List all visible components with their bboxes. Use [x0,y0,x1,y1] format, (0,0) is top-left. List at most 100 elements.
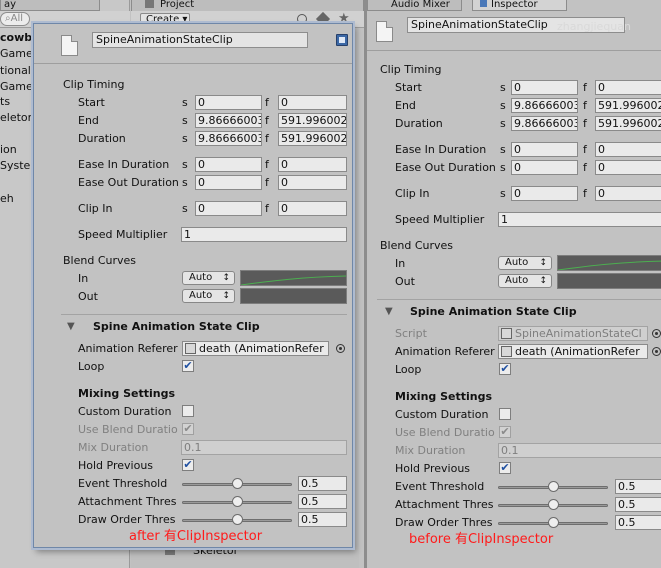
hold-previous-checkbox[interactable]: ✔ [182,459,194,471]
ease-in-frames-field[interactable]: 0 [595,142,661,157]
audio-mixer-tab[interactable]: Audio Mixer [367,0,462,11]
inspector-panel-before: SpineAnimationStateClip zhangjiequan Cli… [367,11,661,568]
draw-order-threshold-slider-thumb[interactable] [232,514,243,525]
ease-out-seconds-field[interactable]: 0 [511,160,578,175]
clip-timing-header: Clip Timing [380,63,442,76]
frames-label: f [583,117,587,130]
help-book-icon[interactable] [336,34,348,46]
before-caption: before 有ClipInspector [409,532,554,547]
seconds-label: s [182,114,188,127]
script-field: SpineAnimationStateCl [498,326,648,341]
blend-in-curve-field[interactable] [240,270,347,286]
ease-out-seconds-field[interactable]: 0 [195,175,262,190]
loop-checkbox[interactable]: ✔ [499,363,511,375]
draw-order-threshold-slider-thumb[interactable] [548,517,559,528]
end-frames-field[interactable]: 591.996002 [595,98,661,113]
end-seconds-field[interactable]: 9.86666003 [511,98,578,113]
clip-in-frames-field[interactable]: 0 [595,186,661,201]
clip-in-label: Clip In [78,202,113,215]
ease-out-frames-field[interactable]: 0 [278,175,347,190]
use-blend-duration-label: Use Blend Duratio [78,423,178,436]
asset-name-field[interactable]: SpineAnimationStateClip [92,32,308,48]
speed-multiplier-label: Speed Multiplier [395,213,485,226]
hold-previous-checkbox[interactable]: ✔ [499,462,511,474]
frames-label: f [265,176,269,189]
clip-in-seconds-field[interactable]: 0 [195,201,262,216]
speed-multiplier-field[interactable]: 1 [498,212,661,227]
start-seconds-field[interactable]: 0 [195,95,262,110]
duration-frames-field[interactable]: 591.996002 [278,131,347,146]
object-picker-icon[interactable] [652,329,661,338]
end-frames-field[interactable]: 591.996002 [278,113,347,128]
event-threshold-field[interactable]: 0.5 [298,476,347,491]
frames-label: f [265,132,269,145]
foldout-arrow-icon[interactable]: ▼ [67,321,75,333]
blend-out-curve-field[interactable] [240,288,347,304]
end-label: End [395,99,416,112]
blend-in-curve [558,260,661,270]
attachment-threshold-field[interactable]: 0.5 [298,494,347,509]
frames-label: f [583,99,587,112]
event-threshold-field[interactable]: 0.5 [615,479,661,494]
use-blend-duration-checkbox: ✔ [182,422,194,435]
loop-label: Loop [78,360,105,373]
start-frames-field[interactable]: 0 [595,80,661,95]
hierarchy-tab[interactable]: ay [0,0,100,11]
attachment-threshold-field[interactable]: 0.5 [615,497,661,512]
event-threshold-slider-thumb[interactable] [232,478,243,489]
foldout-arrow-icon[interactable]: ▼ [385,306,393,318]
blend-curves-header: Blend Curves [63,254,137,267]
duration-seconds-field[interactable]: 9.86666003 [195,131,262,146]
seconds-label: s [500,161,506,174]
speed-multiplier-field[interactable]: 1 [181,227,347,242]
animation-asset-icon [185,343,196,354]
animation-reference-field[interactable]: death (AnimationRefer [498,344,648,359]
draw-order-threshold-field[interactable]: 0.5 [615,515,661,530]
blend-in-curve-field[interactable] [557,255,661,271]
hierarchy-search-input[interactable]: ⌕All [0,12,30,26]
clip-in-seconds-field[interactable]: 0 [511,186,578,201]
duration-frames-field[interactable]: 591.996002 [595,116,661,131]
blend-out-curve-field[interactable] [557,273,661,289]
frames-label: f [583,81,587,94]
hold-previous-label: Hold Previous [78,459,154,472]
mix-duration-label: Mix Duration [78,441,149,454]
blend-in-mode-dropdown[interactable]: Auto [498,256,552,270]
ease-in-seconds-field[interactable]: 0 [511,142,578,157]
hierarchy-item[interactable]: ts [0,96,10,108]
animation-reference-field[interactable]: death (AnimationRefer [182,341,329,356]
start-label: Start [78,96,105,109]
speed-multiplier-label: Speed Multiplier [78,228,168,241]
end-seconds-field[interactable]: 9.86666003 [195,113,262,128]
blend-in-mode-dropdown[interactable]: Auto [182,271,235,285]
clip-in-frames-field[interactable]: 0 [278,201,347,216]
inspector-tab-label: Inspector [491,0,538,10]
blend-out-mode-dropdown[interactable]: Auto [498,274,552,288]
draw-order-threshold-label: Draw Order Thres [395,516,493,529]
inspector-tab[interactable]: Inspector [472,0,567,11]
duration-seconds-field[interactable]: 9.86666003 [511,116,578,131]
clip-timing-header: Clip Timing [63,78,125,91]
seconds-label: s [182,132,188,145]
ease-out-frames-field[interactable]: 0 [595,160,661,175]
attachment-threshold-slider-thumb[interactable] [548,499,559,510]
frames-label: f [583,161,587,174]
attachment-threshold-slider-thumb[interactable] [232,496,243,507]
event-threshold-slider-thumb[interactable] [548,481,559,492]
loop-checkbox[interactable]: ✔ [182,360,194,372]
mixing-settings-header: Mixing Settings [395,390,493,403]
start-frames-field[interactable]: 0 [278,95,347,110]
ease-in-seconds-field[interactable]: 0 [195,157,262,172]
blend-out-mode-dropdown[interactable]: Auto [182,289,235,303]
seconds-label: s [500,143,506,156]
ease-in-frames-field[interactable]: 0 [278,157,347,172]
custom-duration-checkbox[interactable] [499,408,511,420]
object-picker-icon[interactable] [336,344,345,353]
hierarchy-item[interactable]: eh [0,193,14,205]
object-picker-icon[interactable] [652,347,661,356]
hierarchy-item[interactable]: Game [0,81,33,93]
custom-duration-checkbox[interactable] [182,405,194,417]
hierarchy-item[interactable]: ion [0,144,17,156]
draw-order-threshold-field[interactable]: 0.5 [298,512,347,527]
start-seconds-field[interactable]: 0 [511,80,578,95]
